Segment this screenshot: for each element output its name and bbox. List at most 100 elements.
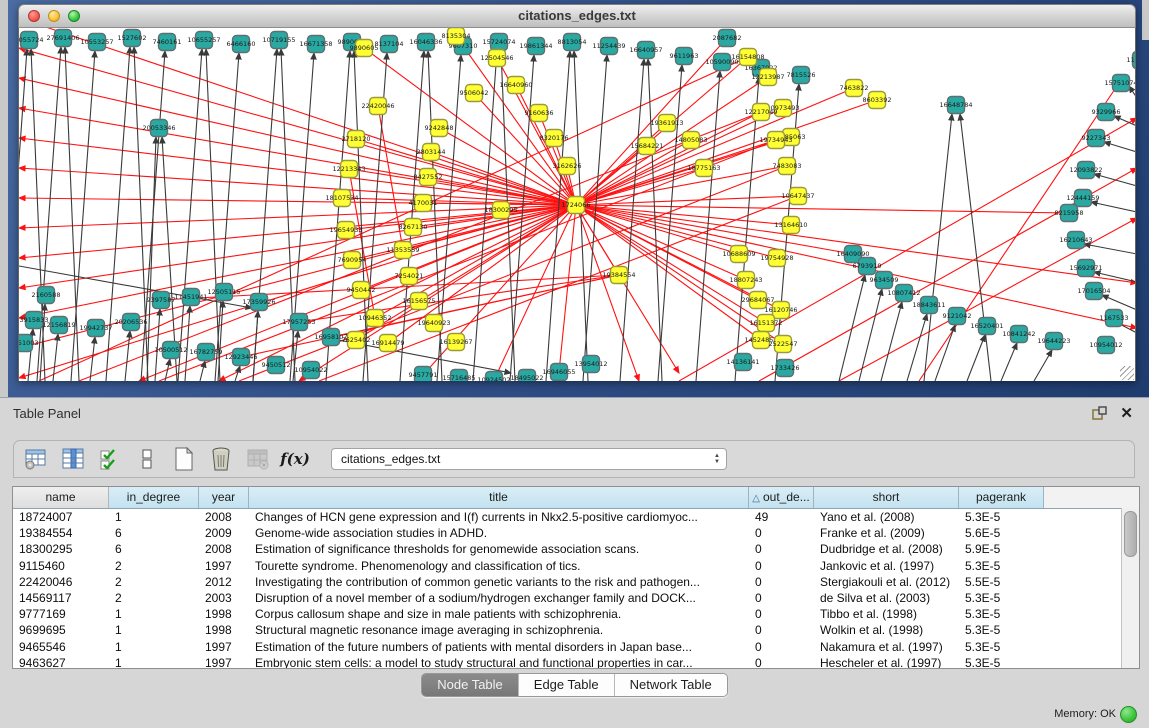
graph-node[interactable]: 16648784 xyxy=(939,97,972,114)
graph-node[interactable]: 10954012 xyxy=(1089,337,1122,354)
graph-node[interactable]: 1527602 xyxy=(118,30,147,47)
close-panel-icon[interactable]: ✕ xyxy=(1120,404,1133,422)
graph-node[interactable]: 18495022 xyxy=(510,370,543,382)
row-height-icon[interactable] xyxy=(134,446,160,472)
graph-node[interactable]: 13164610 xyxy=(774,217,807,234)
graph-node[interactable]: 12504546 xyxy=(480,50,513,67)
table-row[interactable]: 2242004622012Investigating the contribut… xyxy=(13,574,1139,590)
delete-table-icon[interactable] xyxy=(245,446,271,472)
graph-node[interactable]: 19644223 xyxy=(1037,333,1070,350)
delete-columns-icon[interactable] xyxy=(208,446,234,472)
graph-node[interactable]: 17359926 xyxy=(242,294,275,311)
graph-node[interactable]: 16914479 xyxy=(371,335,404,352)
graph-node[interactable]: 9506042 xyxy=(460,85,489,102)
graph-node[interactable]: 16640960 xyxy=(499,77,532,94)
table-row[interactable]: 1456911722003Disruption of a novel membe… xyxy=(13,590,1139,606)
graph-node[interactable]: 12923446 xyxy=(224,349,257,366)
graph-node[interactable]: 10688609 xyxy=(722,246,755,263)
select-columns-icon[interactable] xyxy=(97,446,123,472)
graph-node[interactable]: 18107534 xyxy=(325,190,358,207)
graph-node[interactable]: 1167533 xyxy=(1100,310,1129,327)
graph-node[interactable]: 10647437 xyxy=(781,188,814,205)
graph-node[interactable]: 2718120 xyxy=(342,131,371,148)
graph-node[interactable]: 27691406 xyxy=(46,30,79,47)
graph-node[interactable]: 15716485 xyxy=(442,370,475,382)
column-header-out_de[interactable]: △out_de... xyxy=(749,487,814,508)
table-row[interactable]: 1872400712008Changes of HCN gene express… xyxy=(13,509,1139,525)
graph-node[interactable]: 16156575 xyxy=(402,293,435,310)
graph-node[interactable]: 6466160 xyxy=(227,36,256,53)
table-row[interactable]: 946554611997Estimation of the future num… xyxy=(13,639,1139,655)
graph-node[interactable]: 5055724 xyxy=(19,32,43,49)
resize-grip[interactable] xyxy=(1120,366,1134,380)
graph-node[interactable]: 16640957 xyxy=(629,42,662,59)
graph-node[interactable]: 16520401 xyxy=(970,318,1003,335)
graph-node[interactable]: 7815526 xyxy=(787,67,816,84)
network-canvas[interactable]: 5055724276914061055325715276027460161106… xyxy=(18,28,1136,381)
graph-node[interactable]: 13954012 xyxy=(574,356,607,373)
graph-node[interactable]: 15724074 xyxy=(482,34,515,51)
graph-node[interactable]: 2087682 xyxy=(713,30,742,47)
graph-node[interactable]: 11353559 xyxy=(386,242,419,259)
graph-node[interactable]: 11451941 xyxy=(174,289,207,306)
table-scrollbar-thumb[interactable] xyxy=(1124,511,1137,557)
column-header-year[interactable]: year xyxy=(199,487,249,508)
graph-node[interactable]: 22420046 xyxy=(361,98,394,115)
column-header-short[interactable]: short xyxy=(814,487,959,508)
network-view-window[interactable]: citations_edges.txt 50557242769140610553… xyxy=(18,4,1136,381)
graph-node[interactable]: 9457791 xyxy=(409,367,438,382)
graph-node[interactable]: 19861344 xyxy=(519,38,552,55)
float-window-icon[interactable] xyxy=(1092,406,1107,421)
column-header-title[interactable]: title xyxy=(249,487,749,508)
table-row[interactable]: 977716911998Corpus callosum shape and si… xyxy=(13,606,1139,622)
graph-node[interactable]: 8603392 xyxy=(863,92,892,109)
graph-node[interactable]: 16210643 xyxy=(1059,232,1092,249)
graph-node[interactable]: 12093822 xyxy=(1069,162,1102,179)
graph-node[interactable]: 2160588 xyxy=(32,287,61,304)
graph-node[interactable]: 9611963 xyxy=(670,48,699,65)
graph-node[interactable]: 14136141 xyxy=(726,354,759,371)
graph-node[interactable]: 10500512 xyxy=(154,342,187,359)
graph-node[interactable]: 1111731 xyxy=(1127,52,1135,69)
graph-node[interactable]: 10719155 xyxy=(262,32,295,49)
graph-node[interactable]: 10655257 xyxy=(187,32,220,49)
table-row[interactable]: 1938455462009Genome-wide association stu… xyxy=(13,525,1139,541)
graph-node[interactable]: 3162626 xyxy=(553,158,582,175)
graph-node[interactable]: 16139267 xyxy=(439,334,472,351)
column-header-pagerank[interactable]: pagerank xyxy=(959,487,1044,508)
graph-node[interactable]: 10924502 xyxy=(477,372,510,382)
tab-network-table[interactable]: Network Table xyxy=(615,674,727,696)
graph-node[interactable]: 19942737 xyxy=(79,320,112,337)
table-row[interactable]: 969969511998Structural magnetic resonanc… xyxy=(13,622,1139,638)
function-builder-icon[interactable]: f(x) xyxy=(282,446,308,472)
graph-edge xyxy=(125,331,130,381)
column-header-name[interactable]: name xyxy=(13,487,109,508)
show-columns-icon[interactable] xyxy=(60,446,86,472)
graph-node[interactable]: 10841242 xyxy=(1002,326,1035,343)
graph-node[interactable]: 16671358 xyxy=(299,36,332,53)
graph-node[interactable]: 8137104 xyxy=(375,36,404,53)
table-selector-dropdown[interactable]: citations_edges.txt ▲▼ xyxy=(331,448,727,470)
tab-edge-table[interactable]: Edge Table xyxy=(519,674,615,696)
graph-node[interactable]: 8813054 xyxy=(558,34,587,51)
new-column-icon[interactable] xyxy=(171,446,197,472)
graph-node[interactable]: 17957253 xyxy=(282,314,315,331)
graph-node[interactable]: 7460161 xyxy=(153,34,182,51)
graph-node[interactable]: 5051003 xyxy=(19,335,38,352)
tab-node-table[interactable]: Node Table xyxy=(422,674,519,696)
window-titlebar[interactable]: citations_edges.txt xyxy=(18,4,1136,28)
graph-node[interactable]: 7463822 xyxy=(840,80,869,97)
table-row[interactable]: 946362711997Embryonic stem cells: a mode… xyxy=(13,655,1139,669)
graph-node[interactable]: 7483083 xyxy=(773,158,802,175)
table-mode-icon[interactable] xyxy=(23,446,49,472)
column-header-in_degree[interactable]: in_degree xyxy=(109,487,199,508)
table-scrollbar[interactable] xyxy=(1121,508,1139,668)
graph-node[interactable]: 11254439 xyxy=(592,38,625,55)
table-row[interactable]: 1830029562008Estimation of significance … xyxy=(13,541,1139,557)
graph-node[interactable]: 18843611 xyxy=(912,297,945,314)
graph-node[interactable]: 16046336 xyxy=(409,34,442,51)
table-row[interactable]: 911546021997Tourette syndrome. Phenomeno… xyxy=(13,558,1139,574)
graph-node[interactable]: 18775163 xyxy=(687,160,720,177)
graph-node[interactable]: 1733426 xyxy=(771,360,800,377)
graph-node[interactable]: 10954022 xyxy=(294,362,327,379)
